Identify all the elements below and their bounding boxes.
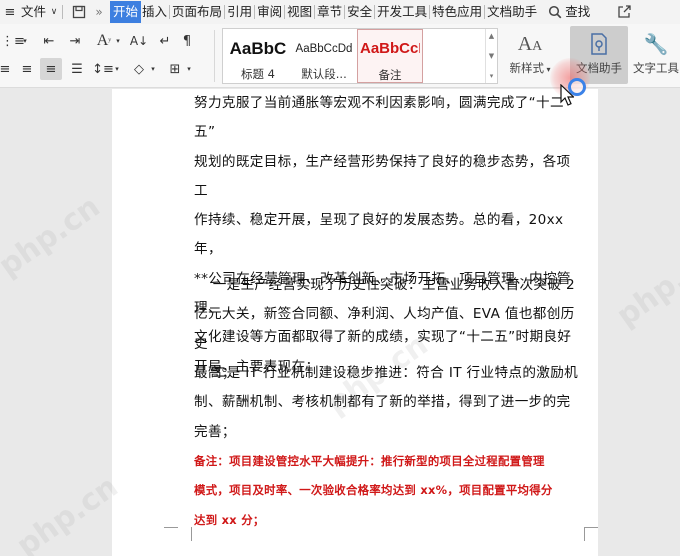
search-icon[interactable] [546, 1, 564, 23]
file-menu[interactable]: 文件 [20, 1, 47, 23]
menu-divider [169, 5, 171, 19]
line-spacing-icon[interactable]: ↕≡ [92, 58, 114, 80]
note-line: 备注：项目建设管控水平大幅提升：推行新型的项目全过程配置管理 [194, 454, 545, 468]
crop-mark [164, 527, 178, 541]
show-marks-icon[interactable]: ↵ [154, 30, 176, 52]
menu-divider [224, 5, 226, 19]
tab-review[interactable]: 审阅 [256, 1, 283, 23]
note-line: 达到 xx 分； [194, 512, 265, 527]
increase-indent-icon[interactable]: ⇥ [64, 30, 86, 52]
save-icon[interactable] [70, 1, 88, 23]
style-name: 标题 4 [241, 67, 275, 81]
tab-special-apps[interactable]: 特色应用 [431, 1, 483, 23]
sort-icon[interactable]: A↓ [128, 30, 150, 52]
style-name: 默认段... [301, 67, 347, 81]
dropdown-chevron-icon[interactable]: ▾ [149, 58, 157, 80]
style-default-paragraph[interactable]: AaBbCcDd 默认段... [291, 29, 357, 83]
style-sample: AaBbC [229, 39, 287, 58]
menu-divider [484, 5, 486, 19]
style-name: 备注 [378, 68, 402, 82]
menu-divider [344, 5, 346, 19]
dropdown-chevron-icon[interactable]: ▾ [114, 30, 122, 52]
tab-developer-tools[interactable]: 开发工具 [376, 1, 428, 23]
new-style-button[interactable]: AA 新样式 ▾ [504, 26, 556, 84]
style-heading-4[interactable]: AaBbC 标题 4 [225, 29, 291, 83]
tab-chapter[interactable]: 章节 [316, 1, 343, 23]
style-sample: AaBbCcI [360, 40, 420, 57]
document-page[interactable]: 努力克服了当前通胀等宏观不利因素影响，圆满完成了“十二五” 规划的既定目标，生产经… [112, 89, 598, 556]
hamburger-icon[interactable]: ≡ [0, 1, 20, 23]
expand-gallery-icon[interactable]: ▾ [490, 72, 494, 80]
menu-divider [284, 5, 286, 19]
doc-assistant-icon [570, 26, 628, 60]
align-center-icon[interactable]: ≡ [0, 58, 10, 80]
text-line: 作持续、稳定开展，呈现了良好的发展态势。总的看，20xx 年， [194, 212, 569, 258]
text-tools-label: 文字工具 [633, 61, 679, 75]
crop-mark [178, 527, 192, 541]
style-sample: AaBbCcDd [295, 43, 353, 55]
dropdown-chevron-icon[interactable]: ▾ [113, 58, 121, 80]
tab-home[interactable]: 开始 [110, 1, 142, 23]
text-line: 亿元大关，新签合同额、净利润、人均产值、EVA 值也都创历史 [194, 306, 575, 352]
new-style-label: 新样式 [509, 61, 544, 75]
menu-divider [254, 5, 256, 19]
scroll-up-icon[interactable]: ▲ [489, 32, 494, 40]
tab-security[interactable]: 安全 [346, 1, 373, 23]
change-case-icon[interactable]: Aʸ [92, 30, 116, 52]
paragraph-mark-icon[interactable]: ¶ [176, 30, 198, 52]
text-line: 制、薪酬机制、考核机制都有了新的举措，得到了进一步的完 [194, 394, 571, 411]
dropdown-chevron-icon[interactable]: ▾ [21, 30, 29, 52]
text-line: 完善； [194, 423, 236, 440]
note-line: 模式，项目及时率、一次验收合格率均达到 xx%，项目配置平均得分 [194, 483, 553, 498]
style-gallery: AaBbC 标题 4 AaBbCcDd 默认段... AaBbCcI 备注 ▲ … [222, 28, 498, 84]
menu-divider [374, 5, 376, 19]
text-tools-button[interactable]: 🔧 文字工具 [632, 26, 680, 84]
text-line: 努力克服了当前通胀等宏观不利因素影响，圆满完成了“十二五” [194, 95, 564, 141]
borders-icon[interactable]: ⊞ [164, 58, 186, 80]
document-area[interactable]: 努力克服了当前通胀等宏观不利因素影响，圆满完成了“十二五” 规划的既定目标，生产经… [0, 89, 680, 556]
tab-references[interactable]: 引用 [226, 1, 253, 23]
menu-divider [429, 5, 431, 19]
watermark: php.cn [0, 189, 107, 284]
chevron-down-icon[interactable]: ∨ [47, 1, 61, 23]
mouse-cursor-icon [560, 84, 574, 106]
wrench-icon: 🔧 [643, 32, 669, 56]
share-icon[interactable] [615, 1, 633, 23]
distributed-align-icon[interactable]: ☰ [66, 58, 88, 80]
paragraph-point-2[interactable]: 二是 IT 行业机制建设稳步推进：符合 IT 行业特点的激励机 制、薪酬机制、考核… [194, 359, 584, 447]
menu-divider [62, 5, 64, 19]
watermark: php.cn [610, 239, 680, 334]
tab-doc-assistant[interactable]: 文档助手 [486, 1, 538, 23]
shading-fill-icon[interactable]: ◇ [128, 58, 150, 80]
scroll-down-icon[interactable]: ▼ [489, 52, 494, 60]
tab-insert[interactable]: 插入 [141, 1, 168, 23]
style-note[interactable]: AaBbCcI 备注 [357, 29, 423, 83]
align-right-icon[interactable]: ≡ [16, 58, 38, 80]
menu-bar: ≡ 文件 ∨ » 开始 插入 页面布局 引用 审阅 视图 章节 安全 开发工具 … [0, 0, 680, 24]
note-paragraph[interactable]: 备注：项目建设管控水平大幅提升：推行新型的项目全过程配置管理 模式，项目及时率、一… [194, 447, 589, 535]
dropdown-chevron-icon[interactable]: ▾ [185, 58, 193, 80]
watermark: php.cn [10, 469, 125, 556]
search-label[interactable]: 查找 [564, 1, 591, 23]
decrease-indent-icon[interactable]: ⇤ [38, 30, 60, 52]
text-line: 规划的既定目标，生产经营形势保持了良好的稳步态势，各项工 [194, 153, 571, 199]
tab-view[interactable]: 视图 [286, 1, 313, 23]
menu-divider [314, 5, 316, 19]
new-style-icon: AA [517, 33, 543, 55]
text-line: 二是 IT 行业机制建设稳步推进：符合 IT 行业特点的激励机 [194, 365, 579, 381]
text-line: 一是生产经营实现了历史性突破：主营业务收入首次突破 2 [194, 277, 575, 293]
tab-page-layout[interactable]: 页面布局 [171, 1, 223, 23]
style-gallery-scroll[interactable]: ▲ ▼ ▾ [485, 29, 497, 83]
more-chevrons-icon[interactable]: » [88, 1, 110, 23]
justify-icon[interactable]: ≡ [40, 58, 62, 80]
ribbon-divider [214, 30, 215, 82]
crop-mark [584, 527, 598, 541]
